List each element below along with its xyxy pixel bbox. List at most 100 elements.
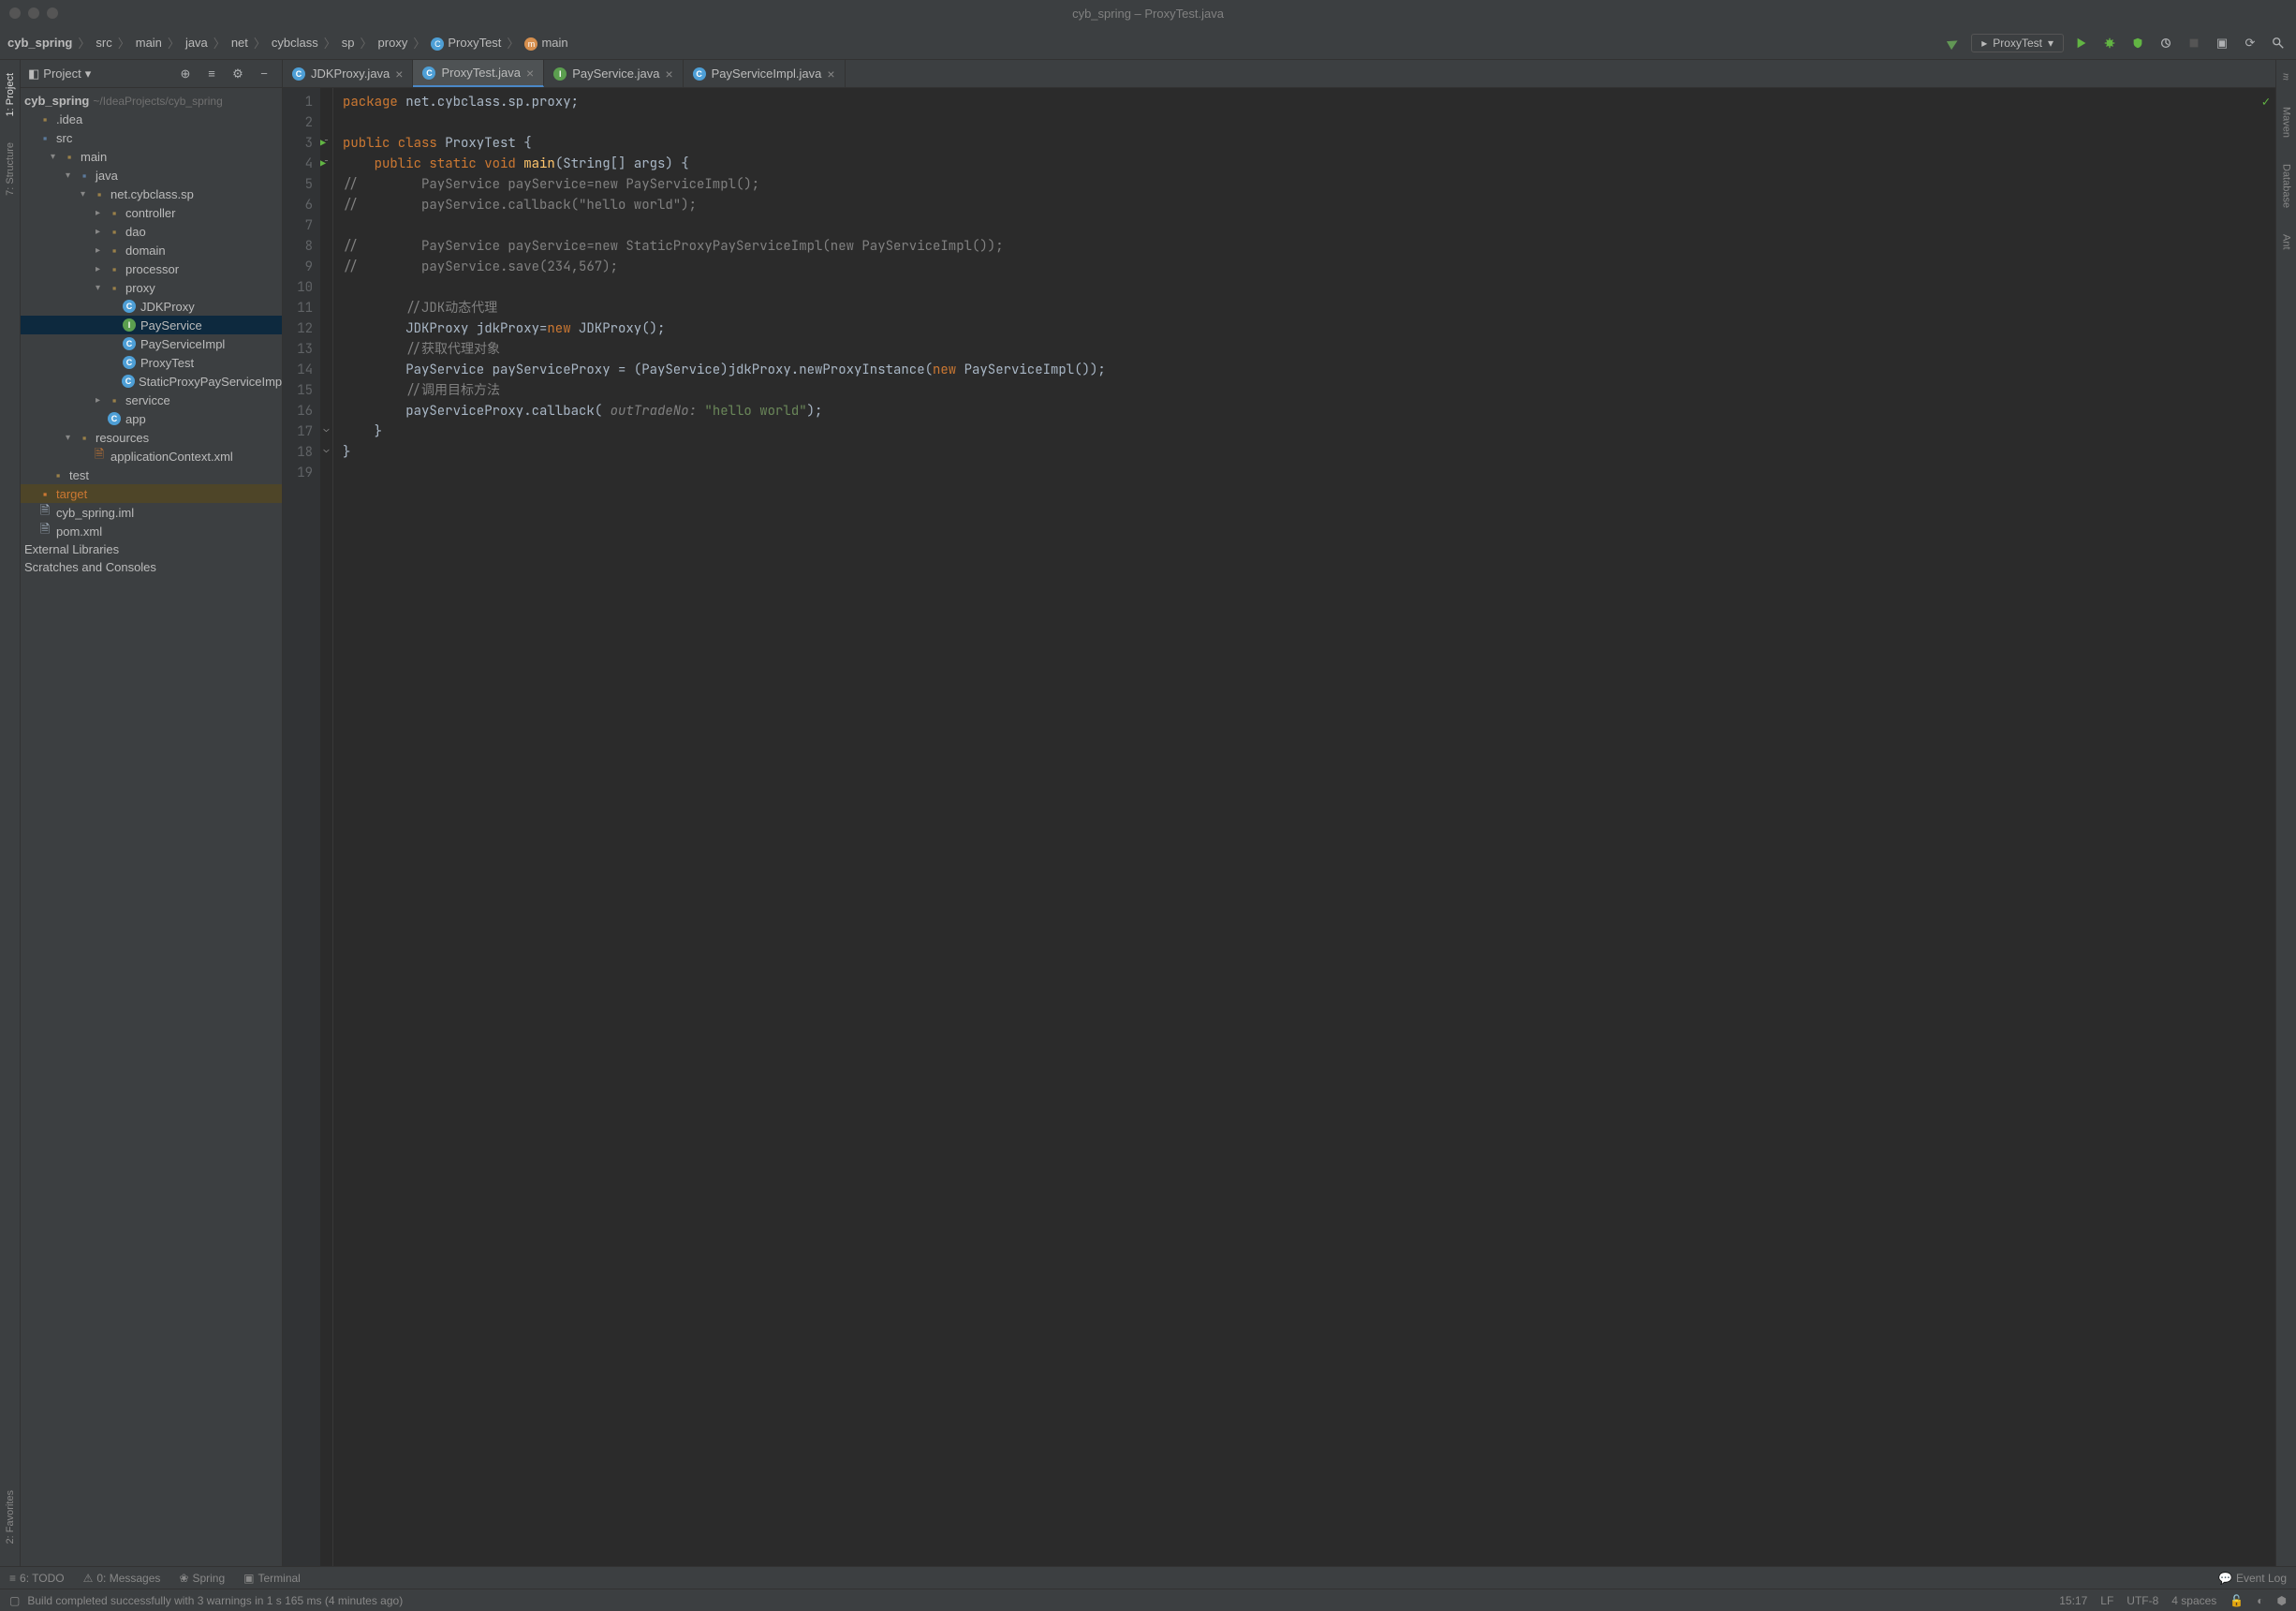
structure-tool-window-button[interactable]: 7: Structure [5,139,16,200]
tree-item-package[interactable]: ▸ ▪ servicce [21,391,282,409]
tree-item-package[interactable]: ▸ ▪ dao [21,222,282,241]
tree-item-class[interactable]: C JDKProxy [21,297,282,316]
update-button[interactable]: ⟳ [2240,33,2260,53]
tree-item-package[interactable]: ▾ ▪ proxy [21,278,282,297]
breadcrumb-item[interactable]: cybclass [272,36,318,50]
readonly-toggle[interactable]: 🔓 [2230,1594,2244,1607]
tree-item-interface[interactable]: I PayService [21,316,282,334]
breadcrumb-item[interactable]: main [136,36,162,50]
ant-tool-window-button[interactable]: Ant [2281,230,2292,254]
search-everywhere-button[interactable] [2268,33,2289,53]
tree-item-class[interactable]: C app [21,409,282,428]
tree-item-folder[interactable]: ▾ ▪ java [21,166,282,185]
messages-tool-window-button[interactable]: ⚠ 0: Messages [83,1572,161,1585]
maximize-window-button[interactable] [47,7,58,19]
hide-button[interactable]: − [254,64,274,84]
close-tab-button[interactable]: × [827,67,834,81]
close-window-button[interactable] [9,7,21,19]
navigation-bar: cyb_spring 〉 src 〉 main 〉 java 〉 net 〉 c… [0,26,2296,60]
maven-tool-window-button[interactable]: Maven [2281,103,2292,141]
status-bar: ▢ Build completed successfully with 3 wa… [0,1589,2296,1611]
settings-button[interactable]: ⚙ [228,64,248,84]
debug-button[interactable] [2099,33,2120,53]
project-view-selector[interactable]: ◧ Project ▾ [28,67,91,81]
tree-item-scratches[interactable]: Scratches and Consoles [21,558,282,576]
close-tab-button[interactable]: × [395,67,403,81]
tree-item-class[interactable]: C ProxyTest [21,353,282,372]
maven-tool-button[interactable]: m [2281,69,2292,84]
left-tool-window-bar: 1: Project 7: Structure 2: Favorites [0,60,21,1566]
maven-file-icon: 🗎 [37,524,52,539]
tree-item-package[interactable]: ▾ ▪ net.cybclass.sp [21,185,282,203]
profiler-button[interactable] [2156,33,2176,53]
cursor-position[interactable]: 15:17 [2059,1594,2087,1607]
tree-item-folder[interactable]: ▾ ▪ resources [21,428,282,447]
close-tab-button[interactable]: × [665,67,672,81]
tree-item-folder[interactable]: ▪ src [21,128,282,147]
favorites-tool-window-button[interactable]: 2: Favorites [5,1486,16,1547]
close-tab-button[interactable]: × [526,66,534,81]
ide-status-icon[interactable]: ⬢ [2277,1594,2287,1607]
tree-item-root[interactable]: cyb_spring ~/IdeaProjects/cyb_spring [21,92,282,110]
tree-item-package[interactable]: ▸ ▪ processor [21,259,282,278]
tree-item-class[interactable]: C StaticProxyPayServiceImpl [21,372,282,391]
minimize-window-button[interactable] [28,7,39,19]
tree-item-folder[interactable]: ▪ .idea [21,110,282,128]
code-content[interactable]: package net.cybclass.sp.proxy;public cla… [333,88,2275,1566]
editor-tab[interactable]: C PayServiceImpl.java × [684,60,846,87]
tree-label: resources [96,431,149,445]
breadcrumb-item[interactable]: proxy [378,36,408,50]
build-button[interactable] [1943,33,1964,53]
expand-arrow-icon: ▾ [51,152,62,162]
event-log-button[interactable]: 💬 Event Log [2218,1572,2287,1585]
line-number-gutter[interactable]: 123▶4▶5678910111213141516171819 [283,88,320,1566]
spring-tool-window-button[interactable]: ❀ Spring [179,1572,225,1585]
class-icon: C [123,300,136,313]
tree-item-package[interactable]: ▸ ▪ domain [21,241,282,259]
tree-item-folder[interactable]: ▪ target [21,484,282,503]
breadcrumb-item[interactable]: java [185,36,208,50]
file-encoding[interactable]: UTF-8 [2127,1594,2158,1607]
run-configuration-selector[interactable]: ▸ ProxyTest ▾ [1971,34,2064,52]
database-tool-window-button[interactable]: Database [2281,160,2292,212]
terminal-tool-window-button[interactable]: ▣ Terminal [243,1572,301,1585]
collapse-arrow-icon: ▸ [96,264,107,274]
editor-tab[interactable]: C ProxyTest.java × [413,60,544,87]
tree-item-file[interactable]: 🗎 cyb_spring.iml [21,503,282,522]
line-separator[interactable]: LF [2100,1594,2113,1607]
code-editor[interactable]: 123▶4▶5678910111213141516171819 −−⌄⌄ pac… [283,88,2275,1566]
tree-item-libraries[interactable]: External Libraries [21,540,282,558]
coverage-button[interactable] [2127,33,2148,53]
tool-windows-button[interactable]: ▢ [9,1594,20,1607]
tree-item-folder[interactable]: ▾ ▪ main [21,147,282,166]
breadcrumb-item[interactable]: mmain [524,36,567,51]
breadcrumb-item[interactable]: cyb_spring [7,36,72,50]
tree-item-class[interactable]: C PayServiceImpl [21,334,282,353]
breadcrumb-item[interactable]: CProxyTest [431,36,501,51]
todo-tool-window-button[interactable]: ≡ 6: TODO [9,1572,65,1585]
run-button[interactable] [2071,33,2092,53]
tree-item-folder[interactable]: ▪ test [21,466,282,484]
select-opened-file-button[interactable]: ⊕ [175,64,196,84]
editor-tab[interactable]: I PayService.java × [544,60,683,87]
file-icon: 🗎 [37,505,52,520]
tree-item-file[interactable]: 🗎 pom.xml [21,522,282,540]
breadcrumb-item[interactable]: src [96,36,111,50]
breadcrumb-item[interactable]: sp [342,36,355,50]
expand-all-button[interactable]: ≡ [201,64,222,84]
run-gutter-icon[interactable]: ▶ [320,154,326,174]
project-tool-window-button[interactable]: 1: Project [5,69,16,120]
stop-button[interactable] [2184,33,2204,53]
git-button[interactable]: ▣ [2212,33,2232,53]
tree-item-package[interactable]: ▸ ▪ controller [21,203,282,222]
indent-settings[interactable]: 4 spaces [2171,1594,2216,1607]
memory-indicator[interactable]: ◐ [2257,1594,2263,1607]
window-title: cyb_spring – ProxyTest.java [1072,7,1224,21]
tree-item-file[interactable]: 🗎 applicationContext.xml [21,447,282,466]
project-tree[interactable]: cyb_spring ~/IdeaProjects/cyb_spring ▪ .… [21,88,282,1566]
run-gutter-icon[interactable]: ▶ [320,133,326,154]
fold-gutter[interactable]: −−⌄⌄ [320,88,333,1566]
inspection-ok-icon[interactable]: ✓ [2262,94,2270,111]
breadcrumb-item[interactable]: net [231,36,248,50]
editor-tab[interactable]: C JDKProxy.java × [283,60,413,87]
